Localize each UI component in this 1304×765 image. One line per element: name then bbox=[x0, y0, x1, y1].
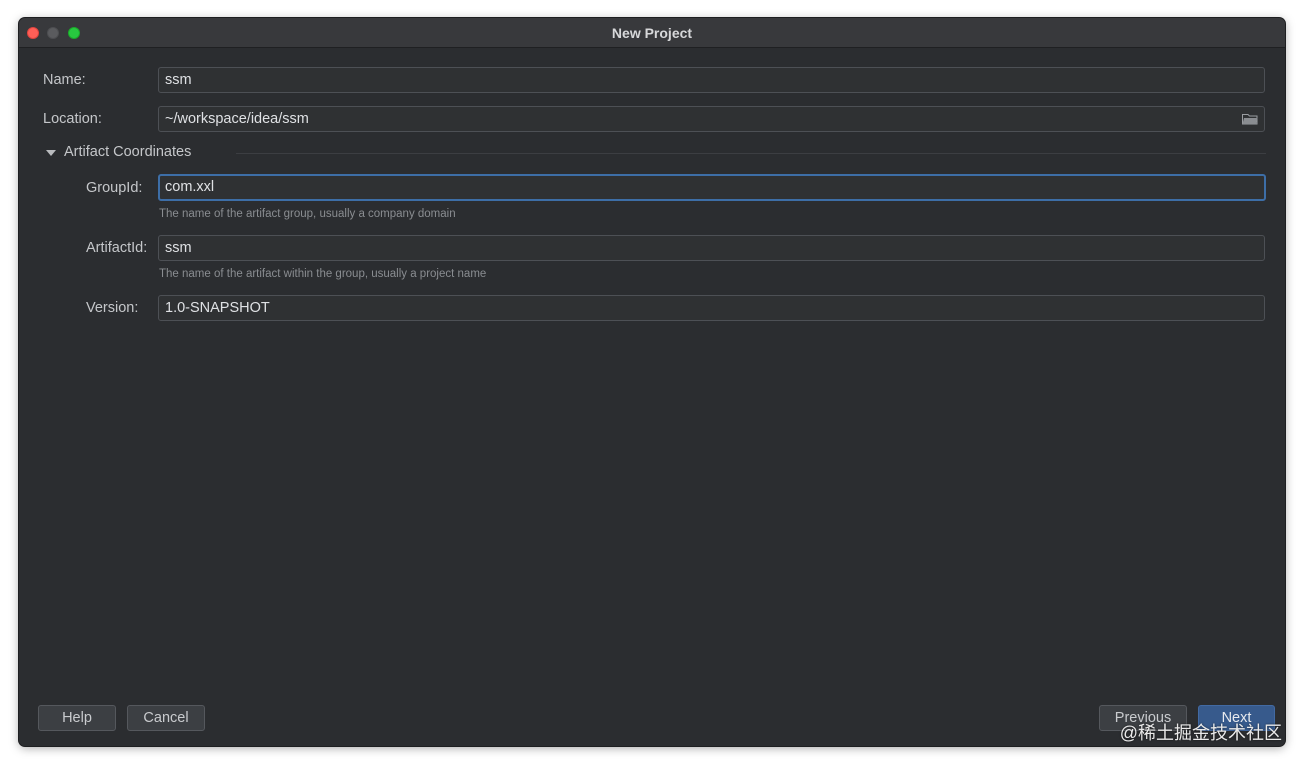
artifactid-input[interactable]: ssm bbox=[158, 235, 1265, 261]
groupid-hint: The name of the artifact group, usually … bbox=[159, 208, 456, 220]
artifactid-hint: The name of the artifact within the grou… bbox=[159, 268, 487, 280]
section-label: Artifact Coordinates bbox=[64, 144, 192, 160]
location-value: ~/workspace/idea/ssm bbox=[165, 111, 309, 127]
cancel-button[interactable]: Cancel bbox=[127, 705, 205, 731]
version-input[interactable]: 1.0-SNAPSHOT bbox=[158, 295, 1265, 321]
name-label: Name: bbox=[43, 72, 86, 88]
groupid-input[interactable]: com.xxl bbox=[158, 174, 1266, 201]
folder-icon[interactable] bbox=[1242, 113, 1258, 125]
collapse-triangle-icon[interactable] bbox=[46, 150, 56, 156]
version-label: Version: bbox=[86, 300, 139, 316]
section-divider bbox=[236, 153, 1266, 154]
new-project-dialog: New Project Name: ssm Location: ~/worksp… bbox=[19, 18, 1285, 746]
help-button[interactable]: Help bbox=[38, 705, 116, 731]
name-input[interactable]: ssm bbox=[158, 67, 1265, 93]
location-label: Location: bbox=[43, 111, 102, 127]
window-title: New Project bbox=[611, 25, 693, 41]
groupid-label: GroupId: bbox=[86, 180, 143, 196]
title-bar: New Project bbox=[19, 18, 1285, 48]
artifactid-label: ArtifactId: bbox=[86, 240, 148, 256]
watermark: @稀土掘金技术社区 bbox=[1119, 723, 1282, 743]
location-input[interactable]: ~/workspace/idea/ssm bbox=[158, 106, 1265, 132]
artifact-coordinates-section[interactable]: Artifact Coordinates bbox=[46, 144, 1266, 164]
